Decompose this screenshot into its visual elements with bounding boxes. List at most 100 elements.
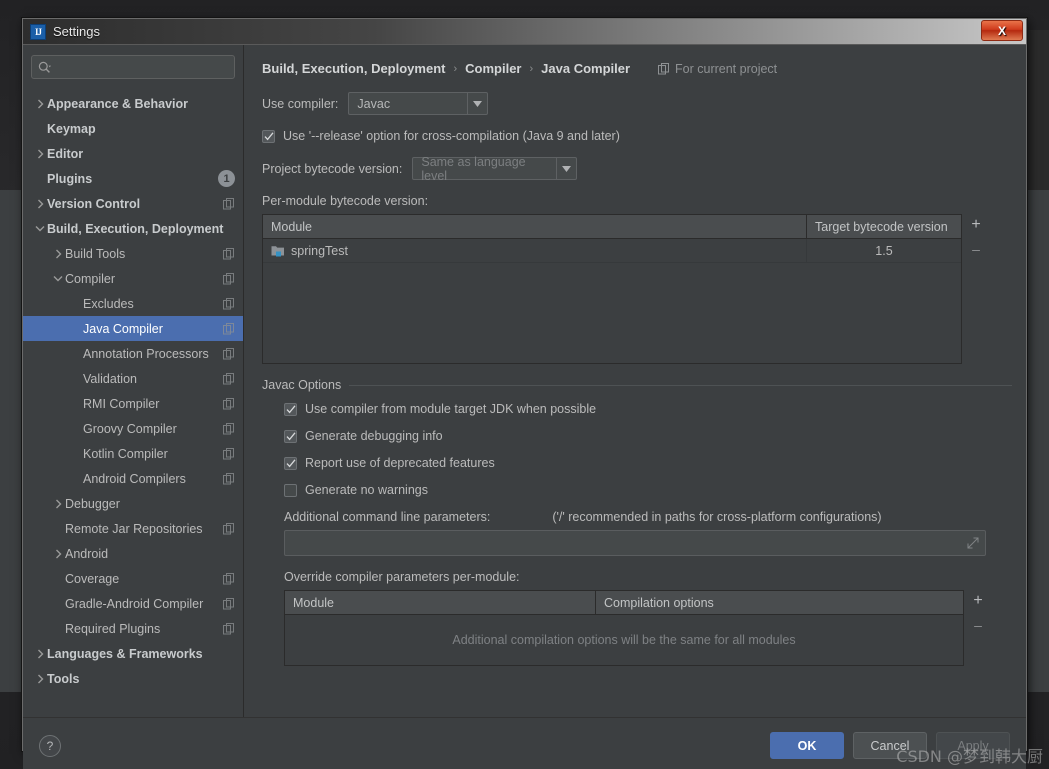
window-title: Settings xyxy=(53,24,100,39)
background-panel-left xyxy=(0,190,24,690)
copy-settings-icon xyxy=(223,397,235,410)
override-table: Module Compilation options Additional co… xyxy=(284,590,964,666)
ok-button[interactable]: OK xyxy=(770,732,844,759)
javac-option-row[interactable]: Generate no warnings xyxy=(284,483,1012,497)
sidebar-item-validation[interactable]: Validation xyxy=(23,366,243,391)
help-button[interactable]: ? xyxy=(39,734,61,757)
additional-params-input[interactable] xyxy=(284,530,986,556)
settings-tree: Appearance & Behavior Keymap Editor Plugins… xyxy=(23,85,243,717)
release-option-checkbox[interactable] xyxy=(262,129,275,143)
release-option-label: Use '--release' option for cross-compila… xyxy=(283,129,620,143)
sidebar-item-build-execution-deployment[interactable]: Build, Execution, Deployment xyxy=(23,216,243,241)
sidebar-item-debugger[interactable]: Debugger xyxy=(23,491,243,516)
module-table-col-module[interactable]: Module xyxy=(263,215,806,238)
chevron-right-icon[interactable] xyxy=(33,147,47,161)
project-bytecode-dropdown[interactable]: Same as language level xyxy=(412,154,578,183)
sidebar-item-groovy-compiler[interactable]: Groovy Compiler xyxy=(23,416,243,441)
sidebar-item-coverage[interactable]: Coverage xyxy=(23,566,243,591)
use-compiler-dropdown[interactable]: Javac xyxy=(348,92,489,115)
javac-option-row[interactable]: Generate debugging info xyxy=(284,429,1012,443)
override-table-empty-text: Additional compilation options will be t… xyxy=(452,633,796,647)
remove-module-button[interactable]: – xyxy=(972,241,980,257)
chevron-down-icon[interactable] xyxy=(33,222,47,236)
sidebar-item-required-plugins[interactable]: Required Plugins xyxy=(23,616,243,641)
sidebar-item-compiler[interactable]: Compiler xyxy=(23,266,243,291)
sidebar-item-build-tools[interactable]: Build Tools xyxy=(23,241,243,266)
copy-settings-icon xyxy=(223,447,234,459)
sidebar-item-java-compiler[interactable]: Java Compiler xyxy=(23,316,243,341)
search-icon xyxy=(38,61,51,73)
remove-override-button[interactable]: – xyxy=(974,617,982,633)
sidebar-item-label: Build, Execution, Deployment xyxy=(47,221,224,236)
javac-option-checkbox[interactable] xyxy=(284,456,297,470)
chevron-down-icon[interactable] xyxy=(51,272,65,286)
cancel-button[interactable]: Cancel xyxy=(853,732,927,759)
chevron-down-icon[interactable] xyxy=(556,158,576,179)
sidebar-item-remote-jar-repositories[interactable]: Remote Jar Repositories xyxy=(23,516,243,541)
chevron-right-icon[interactable] xyxy=(33,672,47,686)
javac-option-checkbox[interactable] xyxy=(284,402,297,416)
breadcrumb-separator-1: › xyxy=(453,62,458,75)
sidebar-item-keymap[interactable]: Keymap xyxy=(23,116,243,141)
override-table-col-options[interactable]: Compilation options xyxy=(595,591,963,614)
search-box[interactable] xyxy=(31,55,235,79)
sidebar-item-android-compilers[interactable]: Android Compilers xyxy=(23,466,243,491)
target-bytecode-cell[interactable]: 1.5 xyxy=(806,239,961,262)
chevron-right-icon[interactable] xyxy=(33,647,47,661)
copy-settings-icon xyxy=(223,472,235,485)
sidebar-item-label: Debugger xyxy=(65,496,120,511)
sidebar-item-excludes[interactable]: Excludes xyxy=(23,291,243,316)
checkmark-icon xyxy=(286,431,296,440)
sidebar-item-appearance-behavior[interactable]: Appearance & Behavior xyxy=(23,91,243,116)
copy-settings-icon xyxy=(223,422,235,435)
title-bar: IJ Settings X xyxy=(23,19,1026,45)
chevron-right-icon[interactable] xyxy=(51,247,65,261)
sidebar-item-label: Kotlin Compiler xyxy=(83,446,168,461)
sidebar-item-version-control[interactable]: Version Control xyxy=(23,191,243,216)
additional-params-hint: ('/' recommended in paths for cross-plat… xyxy=(552,510,882,524)
copy-settings-icon xyxy=(223,322,235,335)
override-table-col-module[interactable]: Module xyxy=(285,591,595,614)
additional-params-label: Additional command line parameters: xyxy=(284,510,491,524)
sidebar-item-editor[interactable]: Editor xyxy=(23,141,243,166)
javac-option-label: Report use of deprecated features xyxy=(305,456,495,470)
chevron-right-icon[interactable] xyxy=(51,497,65,511)
sidebar-item-rmi-compiler[interactable]: RMI Compiler xyxy=(23,391,243,416)
javac-option-checkbox[interactable] xyxy=(284,483,297,497)
chevron-right-icon[interactable] xyxy=(33,97,47,111)
chevron-right-icon[interactable] xyxy=(51,547,65,561)
javac-option-row[interactable]: Use compiler from module target JDK when… xyxy=(284,402,1012,416)
module-table-col-target[interactable]: Target bytecode version xyxy=(806,215,961,238)
close-icon[interactable]: X xyxy=(981,20,1023,41)
table-row[interactable]: springTest 1.5 xyxy=(263,239,961,263)
plugins-update-badge: 1 xyxy=(218,170,235,187)
sidebar-item-plugins[interactable]: Plugins 1 xyxy=(23,166,243,191)
copy-settings-icon xyxy=(223,372,235,385)
module-icon xyxy=(271,246,284,257)
sidebar-item-gradle-android-compiler[interactable]: Gradle-Android Compiler xyxy=(23,591,243,616)
copy-settings-icon xyxy=(223,347,234,359)
breadcrumb-part-3: Java Compiler xyxy=(541,61,631,76)
search-input[interactable] xyxy=(55,59,228,75)
copy-settings-icon xyxy=(223,422,234,434)
breadcrumb-part-1[interactable]: Build, Execution, Deployment xyxy=(262,61,445,76)
sidebar-item-android[interactable]: Android xyxy=(23,541,243,566)
add-module-button[interactable]: + xyxy=(971,217,980,233)
javac-option-checkbox[interactable] xyxy=(284,429,297,443)
sidebar-item-annotation-processors[interactable]: Annotation Processors xyxy=(23,341,243,366)
release-option-row[interactable]: Use '--release' option for cross-compila… xyxy=(262,129,1012,143)
chevron-right-icon[interactable] xyxy=(33,197,47,211)
use-compiler-row: Use compiler: Javac xyxy=(262,92,1012,115)
add-override-button[interactable]: + xyxy=(973,593,982,609)
apply-button[interactable]: Apply xyxy=(936,732,1010,759)
use-compiler-label: Use compiler: xyxy=(262,96,339,111)
module-cell: springTest xyxy=(263,239,806,262)
sidebar-item-tools[interactable]: Tools xyxy=(23,666,243,691)
breadcrumb-part-2[interactable]: Compiler xyxy=(465,61,521,76)
project-bytecode-value: Same as language level xyxy=(421,154,526,183)
sidebar-item-languages-frameworks[interactable]: Languages & Frameworks xyxy=(23,641,243,666)
sidebar-item-label: Editor xyxy=(47,146,84,161)
javac-option-row[interactable]: Report use of deprecated features xyxy=(284,456,1012,470)
javac-option-label: Generate debugging info xyxy=(305,429,443,443)
sidebar-item-kotlin-compiler[interactable]: Kotlin Compiler xyxy=(23,441,243,466)
